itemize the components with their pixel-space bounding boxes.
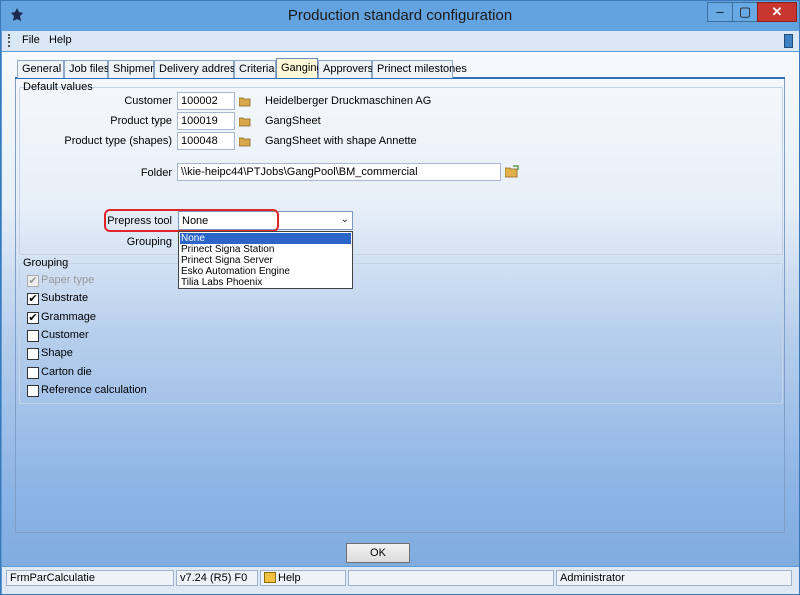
- default-values-title: Default values: [23, 81, 93, 93]
- customer-grouping-label: Customer: [41, 329, 89, 341]
- title-bar[interactable]: Production standard configuration – ▢ ✕: [1, 1, 799, 31]
- customer-field[interactable]: 100002: [177, 92, 235, 110]
- status-help[interactable]: Help: [260, 570, 346, 586]
- menu-grip-icon: [8, 34, 11, 47]
- paper-type-check-icon: ✔: [27, 275, 39, 287]
- carton-die-label: Carton die: [41, 366, 92, 378]
- product-type-label: Product type: [110, 115, 172, 127]
- substrate-check-icon: ✔: [27, 293, 39, 305]
- product-type-field[interactable]: 100019: [177, 112, 235, 130]
- product-type-shapes-label: Product type (shapes): [64, 135, 172, 147]
- tab-shipment[interactable]: Shipment: [108, 60, 159, 78]
- grammage-check-icon: ✔: [27, 312, 39, 324]
- grammage-label: Grammage: [41, 311, 97, 323]
- tab-general[interactable]: General: [17, 60, 64, 78]
- folder-field[interactable]: \\kie-heipc44\PTJobs\GangPool\BM_commerc…: [177, 163, 501, 181]
- ok-button[interactable]: OK: [346, 543, 410, 563]
- folder-browse-icon[interactable]: [505, 165, 519, 178]
- shape-label: Shape: [41, 347, 73, 359]
- tab-delivery-address[interactable]: Delivery address: [154, 60, 241, 78]
- customer-lookup-icon[interactable]: [239, 97, 251, 107]
- status-form-name: FrmParCalculatie: [6, 570, 174, 586]
- prepress-tool-dropdown: None Prinect Signa Station Prinect Signa…: [178, 231, 353, 289]
- dropdown-option-signa-station[interactable]: Prinect Signa Station: [180, 244, 351, 255]
- status-bar: FrmParCalculatie v7.24 (R5) F0 Help Admi…: [2, 567, 799, 594]
- status-user: Administrator: [556, 570, 792, 586]
- dropdown-option-phoenix[interactable]: Tilia Labs Phoenix: [180, 277, 351, 288]
- customer-name: Heidelberger Druckmaschinen AG: [265, 95, 432, 107]
- menu-overflow-icon[interactable]: [784, 34, 793, 48]
- product-type-shapes-name: GangSheet with shape Annette: [265, 135, 417, 147]
- product-type-shapes-field[interactable]: 100048: [177, 132, 235, 150]
- maximize-button[interactable]: ▢: [732, 2, 758, 22]
- status-version: v7.24 (R5) F0: [176, 570, 258, 586]
- reference-calculation-label: Reference calculation: [41, 384, 147, 396]
- tab-criteria[interactable]: Criteria: [234, 60, 276, 78]
- chevron-down-icon[interactable]: ⌄: [341, 214, 349, 225]
- grouping-label: Grouping: [126, 236, 172, 248]
- close-button[interactable]: ✕: [757, 2, 797, 22]
- grouping-title: Grouping: [23, 257, 69, 269]
- substrate-label: Substrate: [41, 292, 89, 304]
- main-window: Production standard configuration – ▢ ✕ …: [0, 0, 800, 595]
- tab-prinect-milestones[interactable]: Prinect milestones: [372, 60, 467, 78]
- product-type-name: GangSheet: [265, 115, 321, 127]
- dropdown-option-none[interactable]: None: [180, 233, 351, 244]
- dropdown-option-esko[interactable]: Esko Automation Engine: [180, 266, 351, 277]
- help-book-icon: [264, 572, 276, 583]
- tab-ganging[interactable]: Ganging: [276, 58, 323, 78]
- paper-type-label: Paper type: [41, 274, 95, 286]
- customer-label: Customer: [124, 95, 172, 107]
- window-title: Production standard configuration: [287, 7, 513, 24]
- dropdown-option-signa-server[interactable]: Prinect Signa Server: [180, 255, 351, 266]
- minimize-button[interactable]: –: [707, 2, 733, 22]
- reference-calculation-check-icon: [27, 385, 39, 397]
- menu-help[interactable]: Help: [49, 34, 72, 46]
- menu-bar: File Help: [2, 31, 799, 51]
- product-type-lookup-icon[interactable]: [239, 117, 251, 127]
- tab-approvers[interactable]: Approvers: [318, 60, 373, 78]
- tab-job-files[interactable]: Job files: [64, 60, 109, 78]
- product-type-shapes-lookup-icon[interactable]: [239, 137, 251, 147]
- prepress-tool-highlight: [104, 209, 279, 232]
- grouping-group: [19, 263, 783, 404]
- folder-label: Folder: [140, 167, 172, 179]
- status-help-label: Help: [278, 572, 301, 584]
- menu-file[interactable]: File: [22, 34, 40, 46]
- carton-die-check-icon: [27, 367, 39, 379]
- customer-check-icon: [27, 330, 39, 342]
- status-empty-cell: [348, 570, 554, 586]
- shape-check-icon: [27, 348, 39, 360]
